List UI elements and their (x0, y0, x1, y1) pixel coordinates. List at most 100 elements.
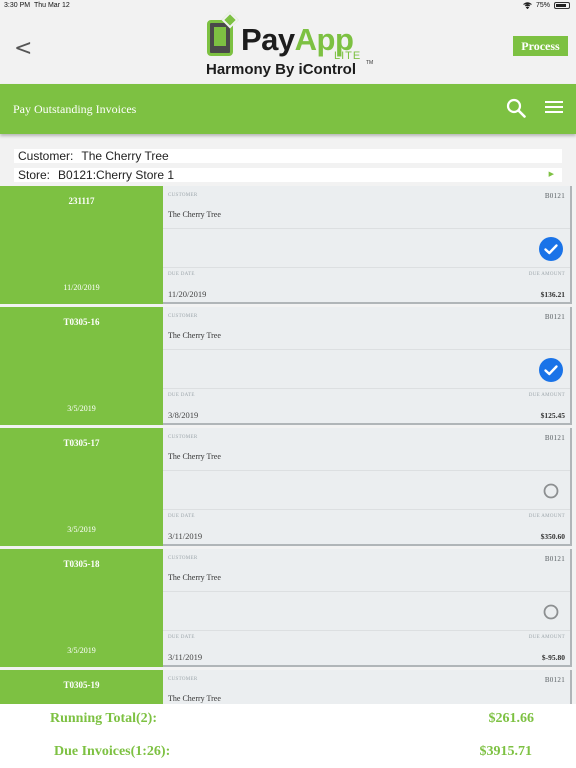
due-amount: $136.21 (540, 290, 565, 299)
divider (163, 267, 570, 268)
invoice-details: CUSTOMER B0121 The Cherry Tree (163, 670, 572, 704)
checkbox-unselected-icon[interactable] (539, 600, 563, 624)
invoice-number: T0305-18 (63, 559, 100, 569)
invoice-number: T0305-17 (63, 438, 100, 448)
divider (163, 349, 570, 350)
due-date: 3/8/2019 (168, 410, 199, 420)
invoice-details: CUSTOMER B0121 The Cherry Tree DUE DATE … (163, 186, 572, 304)
due-amount-caption: DUE AMOUNT (528, 635, 565, 640)
invoice-summary: T0305-17 3/5/2019 (0, 428, 163, 546)
logo-subtitle: Harmony By iControl (206, 61, 357, 78)
due-amount-caption: DUE AMOUNT (528, 272, 565, 277)
store-label: Store: (18, 168, 51, 182)
customer-caption: CUSTOMER (168, 556, 198, 561)
customer-caption: CUSTOMER (168, 677, 198, 682)
due-date: 3/11/2019 (168, 531, 203, 541)
invoice-number: T0305-19 (63, 680, 100, 690)
date-text: Thu Mar 12 (33, 2, 70, 9)
invoice-date: 3/5/2019 (67, 525, 96, 534)
divider (163, 630, 570, 631)
invoice-summary: T0305-16 3/5/2019 (0, 307, 163, 425)
invoice-summary: 231117 11/20/2019 (0, 186, 163, 304)
invoice-summary: T0305-18 3/5/2019 (0, 549, 163, 667)
totals-panel: Running Total(2): $261.66 Due Invoices(1… (0, 704, 576, 768)
dropdown-arrow-icon: ▶ (548, 171, 554, 178)
search-icon[interactable] (506, 98, 526, 118)
store-code: B0121 (544, 192, 565, 200)
invoice-date: 11/20/2019 (63, 283, 100, 292)
store-code: B0121 (544, 434, 565, 442)
divider (163, 470, 570, 471)
page-title: Pay Outstanding Invoices (13, 102, 137, 116)
invoice-date: 3/5/2019 (67, 404, 96, 413)
due-date-caption: DUE DATE (168, 272, 195, 277)
customer-name: The Cherry Tree (168, 331, 221, 340)
due-amount-caption: DUE AMOUNT (528, 514, 565, 519)
customer-caption: CUSTOMER (168, 314, 198, 319)
customer-value: The Cherry Tree (81, 149, 169, 163)
status-right: 75% (523, 2, 570, 9)
due-date: 11/20/2019 (168, 289, 207, 299)
store-code: B0121 (544, 676, 565, 684)
time-text: 3:30 PM (4, 2, 31, 9)
divider (163, 228, 570, 229)
checkmark-selected-icon[interactable] (539, 358, 563, 382)
running-total-value: $261.66 (488, 711, 535, 726)
due-date-caption: DUE DATE (168, 635, 195, 640)
customer-name: The Cherry Tree (168, 573, 221, 582)
due-amount: $125.45 (540, 411, 565, 420)
store-code: B0121 (544, 313, 565, 321)
battery-icon (554, 2, 570, 9)
invoice-details: CUSTOMER B0121 The Cherry Tree DUE DATE … (163, 307, 572, 425)
store-field[interactable]: Store: B0121:Cherry Store 1 ▶ (14, 168, 562, 182)
status-bar: 3:30 PM Thu Mar 12 75% (0, 0, 576, 14)
store-value: B0121:Cherry Store 1 (58, 168, 175, 182)
customer-caption: CUSTOMER (168, 435, 198, 440)
customer-label: Customer: (18, 149, 74, 163)
divider (163, 509, 570, 510)
customer-name: The Cherry Tree (168, 210, 221, 219)
invoice-date: 3/5/2019 (67, 646, 96, 655)
invoice-summary: T0305-19 (0, 670, 163, 704)
invoice-details: CUSTOMER B0121 The Cherry Tree DUE DATE … (163, 549, 572, 667)
battery-percent: 75% (535, 2, 550, 9)
invoice-row[interactable]: T0305-17 3/5/2019 CUSTOMER B0121 The Che… (0, 428, 576, 547)
top-header: < PayApp LITE Harmony By iControl TM Pro… (0, 11, 576, 84)
customer-caption: CUSTOMER (168, 193, 198, 198)
app-root: 3:30 PM Thu Mar 12 75% < PayApp LITE Har… (0, 0, 576, 768)
nav-bar: Pay Outstanding Invoices (0, 84, 576, 134)
customer-field[interactable]: Customer: The Cherry Tree (14, 149, 562, 163)
logo-pay: Pay (241, 22, 295, 57)
divider (163, 591, 570, 592)
menu-icon[interactable] (545, 101, 563, 115)
running-total-label: Running Total(2): (50, 711, 157, 726)
due-amount: $350.60 (540, 532, 565, 541)
invoice-row[interactable]: T0305-18 3/5/2019 CUSTOMER B0121 The Che… (0, 549, 576, 668)
due-invoices-label: Due Invoices(1:26): (54, 744, 171, 759)
invoice-number: T0305-16 (63, 317, 100, 327)
payapp-logo: PayApp LITE Harmony By iControl TM (204, 11, 380, 82)
checkbox-unselected-icon[interactable] (539, 479, 563, 503)
due-invoices-value: $3915.71 (479, 744, 533, 759)
invoice-row[interactable]: 231117 11/20/2019 CUSTOMER B0121 The Che… (0, 186, 576, 305)
process-button[interactable]: Process (513, 36, 568, 56)
due-date-caption: DUE DATE (168, 514, 195, 519)
due-date-caption: DUE DATE (168, 393, 195, 398)
invoice-row[interactable]: T0305-19 CUSTOMER B0121 The Cherry Tree (0, 670, 576, 704)
due-amount-caption: DUE AMOUNT (528, 393, 565, 398)
customer-name: The Cherry Tree (168, 694, 221, 703)
logo-tm: TM (366, 60, 374, 66)
invoice-details: CUSTOMER B0121 The Cherry Tree DUE DATE … (163, 428, 572, 546)
due-date: 3/11/2019 (168, 652, 203, 662)
invoice-number: 231117 (68, 196, 95, 206)
checkmark-selected-icon[interactable] (539, 237, 563, 261)
wifi-icon (523, 2, 532, 9)
back-button[interactable]: < (14, 36, 32, 61)
divider (163, 388, 570, 389)
customer-name: The Cherry Tree (168, 452, 221, 461)
invoice-row[interactable]: T0305-16 3/5/2019 CUSTOMER B0121 The Che… (0, 307, 576, 426)
invoice-list[interactable]: 231117 11/20/2019 CUSTOMER B0121 The Che… (0, 186, 576, 704)
store-code: B0121 (544, 555, 565, 563)
due-amount: $-95.80 (541, 653, 565, 662)
status-time: 3:30 PM Thu Mar 12 (4, 2, 70, 9)
